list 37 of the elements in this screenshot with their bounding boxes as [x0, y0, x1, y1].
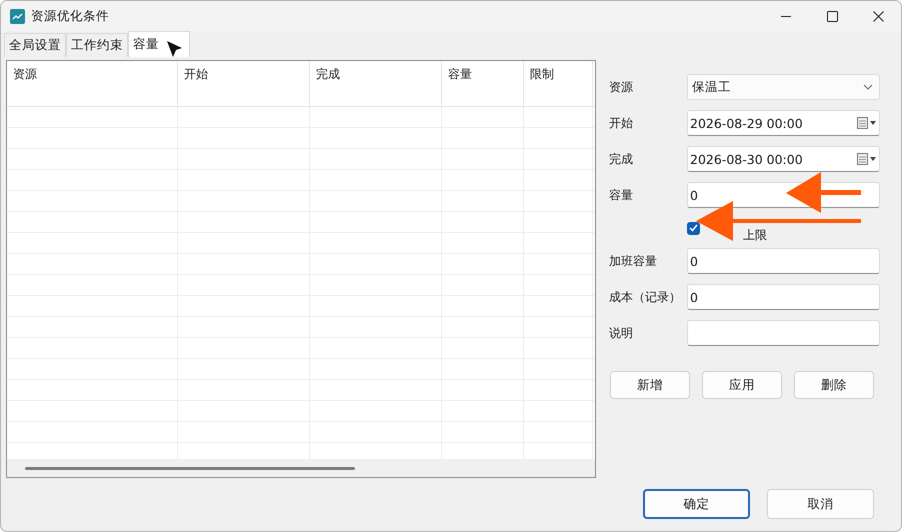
column-header[interactable]: 完成: [310, 61, 442, 106]
checkbox-label: 上限: [743, 228, 767, 242]
tab[interactable]: 全局设置: [4, 33, 66, 57]
tab[interactable]: 工作约束: [66, 33, 128, 57]
field-label: 开始: [609, 114, 634, 132]
action-button[interactable]: 应用: [702, 371, 782, 399]
field-label: 成本（记录）: [609, 288, 682, 306]
checkbox[interactable]: [687, 222, 700, 234]
cursor-icon: [167, 41, 182, 57]
field-label: 完成: [609, 150, 634, 168]
calendar-icon[interactable]: [857, 117, 877, 129]
maximize-icon: [826, 10, 838, 22]
date-field[interactable]: 2026-08-30 00:00: [687, 146, 880, 172]
action-button[interactable]: 新增: [610, 371, 690, 399]
dialog-button[interactable]: 取消: [767, 489, 874, 519]
input-field[interactable]: [687, 320, 880, 346]
dropdown[interactable]: 保温工: [687, 74, 880, 100]
window-title: 资源优化条件: [31, 8, 109, 24]
calendar-icon[interactable]: [857, 153, 877, 165]
input-field[interactable]: 0: [687, 248, 880, 274]
input-field[interactable]: 0: [687, 284, 880, 310]
field-label: 资源: [609, 78, 634, 96]
date-field[interactable]: 2026-08-29 00:00: [687, 110, 880, 136]
app-icon: [10, 8, 25, 24]
dialog-button[interactable]: 确定: [643, 489, 750, 519]
column-header[interactable]: 资源: [7, 61, 178, 106]
field-label: 说明: [609, 324, 634, 342]
scrollbar-thumb[interactable]: [25, 466, 355, 470]
chevron-icon: [863, 84, 873, 90]
column-header[interactable]: 容量: [442, 61, 524, 106]
action-button[interactable]: 删除: [794, 371, 874, 399]
column-header[interactable]: 限制: [524, 61, 593, 106]
close-icon: [872, 10, 884, 22]
column-header[interactable]: 开始: [178, 61, 310, 106]
tab[interactable]: 容量: [128, 31, 190, 57]
field-label: 容量: [609, 186, 634, 204]
field-label: 加班容量: [609, 252, 658, 270]
